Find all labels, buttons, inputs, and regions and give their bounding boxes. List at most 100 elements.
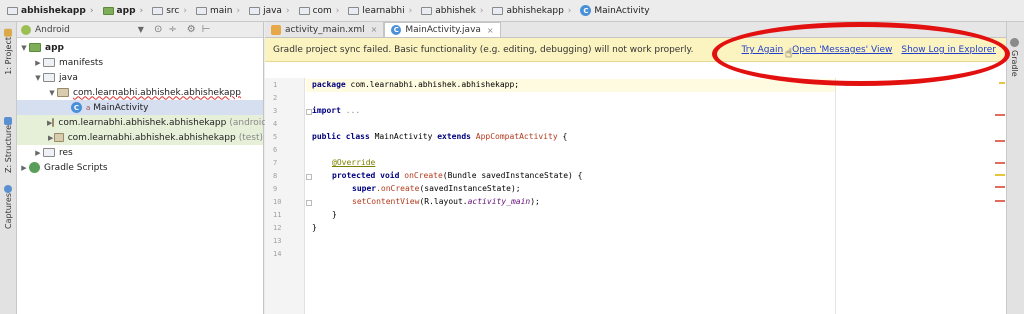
error-stripe-marker[interactable] (995, 200, 1005, 202)
structure-icon (4, 117, 13, 125)
breadcrumb-abhishekapp[interactable]: abhishekapp › (4, 3, 98, 19)
app-module-icon (102, 6, 114, 15)
line-number: 2 (273, 94, 278, 102)
code-line-8: protected void onCreate(Bundle savedInst… (332, 171, 583, 180)
package-icon (492, 6, 504, 15)
folder-icon (152, 6, 164, 15)
error-stripe-marker[interactable] (995, 140, 1005, 142)
breadcrumb-src[interactable]: src › (149, 3, 191, 19)
code-line-1: package com.learnabhi.abhishek.abhisheka… (312, 80, 520, 89)
try-again-link[interactable]: Try Again (742, 45, 784, 55)
class-icon: C (71, 102, 82, 113)
chevron-right-icon[interactable]: ▶ (33, 59, 43, 67)
code-line-3: import ... (312, 106, 361, 115)
breadcrumb-learnabhi[interactable]: learnabhi › (345, 3, 416, 19)
editor-tabs: activity_main.xml × C MainActivity.java × (265, 22, 1006, 38)
app-folder-icon (29, 43, 41, 52)
chevron-right-icon[interactable]: ▶ (19, 164, 29, 172)
package-icon (421, 6, 433, 15)
breadcrumb-app[interactable]: app › (100, 3, 148, 19)
package-icon (298, 6, 310, 15)
gear-icon[interactable]: ⚙ (187, 24, 196, 35)
code-line-11: } (332, 210, 337, 219)
hide-panel-icon[interactable]: ⊢ (202, 24, 211, 35)
line-number: 12 (273, 224, 282, 232)
line-number: 14 (273, 250, 282, 258)
class-icon: C (580, 5, 592, 16)
folder-icon (7, 6, 18, 15)
chevron-down-icon[interactable]: ▼ (47, 89, 57, 97)
sync-target-icon[interactable]: ⊙ (154, 24, 162, 35)
project-tool-tab[interactable]: 1: Project (2, 26, 15, 75)
navigation-breadcrumb: abhishekapp › app › src › main › java › com › … (0, 0, 1024, 22)
gradle-icon (29, 162, 40, 173)
open-messages-view-link[interactable]: Open 'Messages' View (792, 45, 892, 55)
project-view-header: Android ▼ ⊙ ÷ ⚙ ⊢ (17, 22, 263, 38)
breadcrumb-abhishekapp-pkg[interactable]: abhishekapp › (489, 3, 575, 19)
line-number: 6 (273, 146, 278, 154)
line-number: 9 (273, 185, 278, 193)
tree-item-res[interactable]: ▶ res (17, 145, 263, 160)
chevron-right-icon: › (139, 5, 144, 16)
line-number: 11 (273, 211, 282, 219)
collapse-icon[interactable]: ÷ (168, 24, 176, 35)
breadcrumb-mainactivity[interactable]: C MainActivity (577, 3, 653, 19)
chevron-right-icon: › (567, 5, 572, 16)
folder-icon (43, 148, 55, 157)
tab-mainactivity-java[interactable]: C MainActivity.java × (384, 22, 501, 37)
tree-item-app[interactable]: ▼ app (17, 40, 263, 55)
package-icon (57, 88, 69, 97)
tree-item-package-test[interactable]: ▶ com.learnabhi.abhishek.abhishekapp (test… (17, 130, 263, 145)
chevron-down-icon[interactable]: ▼ (33, 74, 43, 82)
chevron-down-icon[interactable]: ▼ (138, 25, 144, 34)
fold-icon[interactable] (306, 174, 312, 180)
code-line-10: setContentView(R.layout.activity_main); (352, 197, 540, 206)
project-view-selector[interactable]: Android (35, 25, 70, 35)
code-editor[interactable]: 1 2 3 4 5 6 7 8 9 10 11 12 13 14 package… (265, 62, 1006, 314)
chevron-right-icon: › (89, 5, 94, 16)
tree-item-gradle-scripts[interactable]: ▶ Gradle Scripts (17, 160, 263, 175)
close-icon[interactable]: × (487, 26, 494, 35)
tab-activity-main-xml[interactable]: activity_main.xml × (265, 22, 385, 37)
breadcrumb-java[interactable]: java › (246, 3, 293, 19)
tree-item-package-main[interactable]: ▼ com.learnabhi.abhishek.abhishekapp (17, 85, 263, 100)
tree-item-manifests[interactable]: ▶ manifests (17, 55, 263, 70)
breadcrumb-abhishek[interactable]: abhishek › (418, 3, 487, 19)
line-number: 1 (273, 81, 278, 89)
chevron-right-icon: › (479, 5, 484, 16)
folder-icon (195, 6, 207, 15)
chevron-right-icon: › (408, 5, 413, 16)
chevron-right-icon: › (236, 5, 241, 16)
tree-item-java[interactable]: ▼ java (17, 70, 263, 85)
chevron-right-icon: › (285, 5, 290, 16)
folder-icon (249, 6, 261, 15)
line-number: 8 (273, 172, 278, 180)
warning-stripe-marker[interactable] (995, 174, 1005, 176)
error-stripe-marker[interactable] (995, 162, 1005, 164)
package-icon (52, 118, 55, 127)
lock-icon: a (86, 103, 91, 112)
captures-tool-tab[interactable]: Captures (2, 182, 15, 229)
code-line-9: super.onCreate(savedInstanceState); (352, 184, 521, 193)
error-stripe-marker[interactable] (995, 186, 1005, 188)
line-number: 7 (273, 159, 278, 167)
inspection-status-icon[interactable] (999, 82, 1005, 84)
folder-icon (43, 58, 55, 67)
show-log-in-explorer-link[interactable]: Show Log in Explorer (901, 45, 996, 55)
chevron-right-icon: › (183, 5, 187, 16)
breadcrumb-com[interactable]: com › (296, 3, 344, 19)
line-number: 10 (273, 198, 282, 206)
error-stripe-marker[interactable] (995, 114, 1005, 116)
close-icon[interactable]: × (371, 25, 378, 34)
chevron-right-icon[interactable]: ▶ (47, 134, 54, 142)
line-number-gutter: 1 2 3 4 5 6 7 8 9 10 11 12 13 14 (265, 78, 305, 314)
chevron-right-icon[interactable]: ▶ (33, 149, 43, 157)
chevron-down-icon[interactable]: ▼ (19, 44, 29, 52)
project-icon (4, 29, 13, 37)
structure-tool-tab[interactable]: Z: Structure (2, 114, 15, 173)
fold-icon[interactable] (306, 200, 312, 206)
gradle-tool-tab[interactable]: Gradle (1010, 38, 1019, 77)
tree-item-package-androidtest[interactable]: ▶ com.learnabhi.abhishek.abhishekapp (andr… (17, 115, 273, 130)
tree-item-mainactivity[interactable]: Ca MainActivity (17, 100, 263, 115)
breadcrumb-main[interactable]: main › (193, 3, 244, 19)
